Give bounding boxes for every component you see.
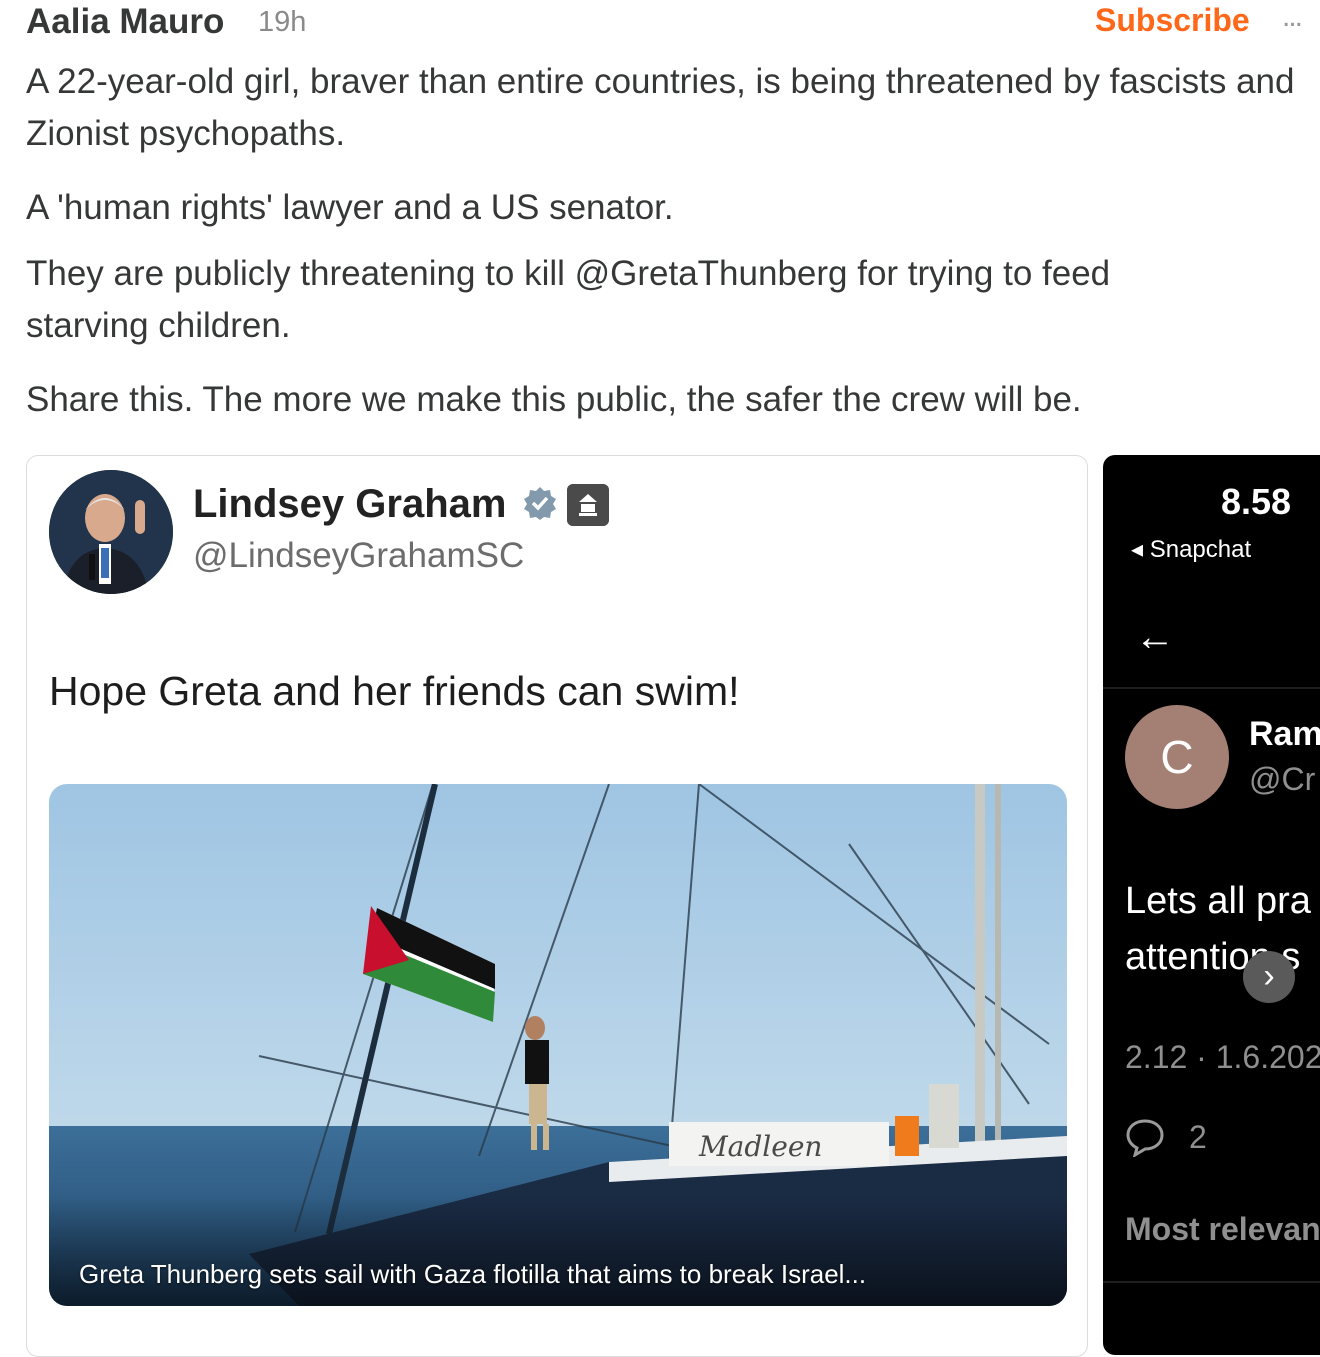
sort-label: Most relevan xyxy=(1125,1211,1320,1247)
image-caption: Greta Thunberg sets sail with Gaza floti… xyxy=(79,1259,867,1289)
reply-text-line-1: Lets all pra xyxy=(1125,880,1311,922)
news-photo: Madleen Greta Thunberg sets sail with Ga… xyxy=(49,784,1067,1306)
avatar xyxy=(49,470,173,594)
post-paragraph-4: Share this. The more we make this public… xyxy=(26,380,1082,419)
embedded-tweet-image[interactable]: Lindsey Graham @LindseyGrahamSC Hope Gre… xyxy=(26,455,1088,1357)
post-paragraph-2: A 'human rights' lawyer and a US senator… xyxy=(26,188,674,227)
next-image-button[interactable]: › xyxy=(1243,951,1295,1003)
government-label-icon xyxy=(567,484,609,526)
subscribe-button[interactable]: Subscribe xyxy=(1095,2,1250,39)
divider xyxy=(1103,687,1320,689)
snapchat-back-link: ◂ Snapchat xyxy=(1131,536,1252,563)
boat-name-label: Madleen xyxy=(698,1130,822,1163)
post-time[interactable]: 19h xyxy=(258,6,306,39)
back-arrow-icon: ← xyxy=(1135,615,1175,659)
avatar: C xyxy=(1125,705,1229,809)
comment-count: 2 xyxy=(1189,1119,1207,1155)
post-paragraph-1: A 22-year-old girl, braver than entire c… xyxy=(26,62,1295,153)
reply-date: 2.12 · 1.6.202 xyxy=(1125,1039,1320,1075)
author-name[interactable]: Aalia Mauro xyxy=(26,2,224,42)
tweet-text: Hope Greta and her friends can swim! xyxy=(49,668,740,714)
comment-icon xyxy=(1126,1119,1164,1157)
divider xyxy=(1103,1281,1320,1283)
post-header: Aalia Mauro 19h Subscribe ... xyxy=(26,0,1320,48)
status-time: 8.58 xyxy=(1221,481,1292,522)
tweet-author-name: Lindsey Graham xyxy=(193,482,507,526)
snapchat-screenshot[interactable]: 8.58 ◂ Snapchat ← C Ram @Cr Lets all pra… xyxy=(1103,455,1320,1355)
more-options-icon[interactable]: ... xyxy=(1282,0,1303,34)
tweet-author-handle: @LindseyGrahamSC xyxy=(193,536,525,575)
verified-badge-icon xyxy=(524,487,556,520)
post-paragraph-3: They are publicly threatening to kill @G… xyxy=(26,254,1111,345)
reply-author-handle: @Cr xyxy=(1249,761,1316,797)
reply-author-name: Ram xyxy=(1249,715,1320,753)
